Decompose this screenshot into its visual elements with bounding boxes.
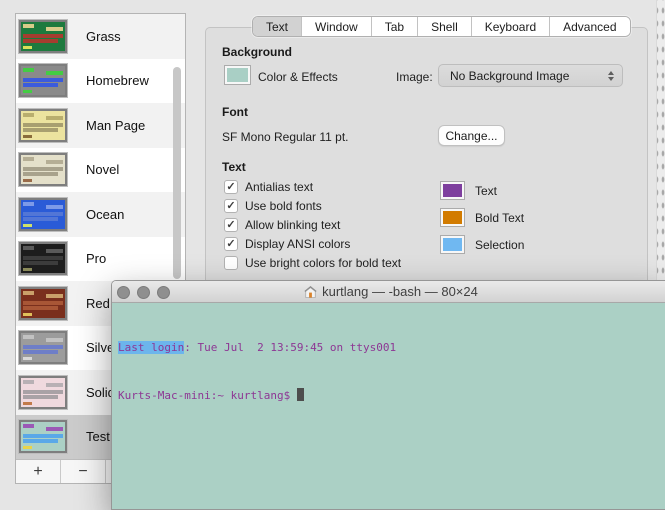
settings-tabbar: Text Window Tab Shell Keyboard Advanced bbox=[252, 16, 631, 37]
color-well[interactable] bbox=[440, 208, 465, 227]
tab-window[interactable]: Window bbox=[302, 17, 372, 36]
terminal-line-1: Last login: Tue Jul 2 13:59:45 on ttys00… bbox=[118, 341, 397, 354]
checkmark-icon: ✓ bbox=[226, 180, 236, 193]
profile-thumbnail bbox=[18, 330, 68, 366]
profile-thumbnail bbox=[18, 241, 68, 277]
terminal-titlebar[interactable]: kurtlang — -bash — 80×24 bbox=[112, 281, 665, 303]
color-well-fill bbox=[443, 238, 462, 251]
profiles-scrollbar-thumb[interactable] bbox=[173, 67, 181, 279]
background-image-dropdown[interactable]: No Background Image bbox=[438, 64, 623, 87]
background-image-value: No Background Image bbox=[450, 68, 570, 83]
profile-label: Pro bbox=[86, 251, 107, 267]
background-section-title: Background bbox=[222, 45, 293, 59]
checkbox[interactable]: ✓ bbox=[224, 256, 238, 270]
change-font-button[interactable]: Change... bbox=[438, 125, 505, 146]
checkbox-label: Allow blinking text bbox=[245, 218, 341, 232]
profile-thumbnail bbox=[18, 107, 68, 143]
profile-thumbnail bbox=[18, 152, 68, 188]
remove-profile-button[interactable]: − bbox=[61, 460, 106, 483]
terminal-window: kurtlang — -bash — 80×24 Last login: Tue… bbox=[111, 280, 665, 510]
checkbox-label: Use bold fonts bbox=[245, 199, 322, 213]
background-color-swatch-fill bbox=[227, 68, 248, 82]
image-label: Image: bbox=[396, 70, 433, 84]
home-folder-icon bbox=[304, 285, 317, 298]
checkbox-label: Antialias text bbox=[245, 180, 314, 194]
color-well-fill bbox=[443, 211, 462, 224]
profile-thumbnail bbox=[18, 63, 68, 99]
checkbox[interactable]: ✓ bbox=[224, 180, 238, 194]
tab-tab[interactable]: Tab bbox=[371, 17, 419, 36]
profile-label: Novel bbox=[86, 162, 120, 178]
minimize-button[interactable] bbox=[137, 285, 150, 299]
font-section-title: Font bbox=[222, 105, 248, 119]
tab-advanced[interactable]: Advanced bbox=[550, 17, 630, 36]
checkbox-label: Display ANSI colors bbox=[245, 237, 351, 251]
checkbox[interactable]: ✓ bbox=[224, 199, 238, 213]
checkmark-icon: ✓ bbox=[226, 218, 236, 231]
profile-row-homebrew[interactable]: Homebrew bbox=[16, 58, 185, 103]
add-profile-button[interactable]: + bbox=[16, 460, 61, 483]
color-well-row-selection: Selection bbox=[440, 235, 524, 254]
tab-text[interactable]: Text bbox=[253, 17, 303, 36]
terminal-line-2: Kurts-Mac-mini:~ kurtlang$ bbox=[118, 388, 665, 404]
terminal-title: kurtlang — -bash — 80×24 bbox=[304, 284, 478, 299]
color-well-row-bold-text: Bold Text bbox=[440, 208, 524, 227]
screen: { "sidebar": { "selected_index": 9, "ite… bbox=[0, 0, 665, 510]
terminal-cursor bbox=[297, 388, 305, 401]
checkbox-row-antialias-text[interactable]: ✓ Antialias text bbox=[224, 180, 401, 194]
color-well-label: Text bbox=[475, 183, 498, 198]
text-checkbox-group: ✓ Antialias text ✓ Use bold fonts ✓ Allo… bbox=[224, 180, 401, 270]
color-well-fill bbox=[443, 184, 462, 197]
tab-shell[interactable]: Shell bbox=[418, 17, 472, 36]
terminal-title-text: kurtlang — -bash — 80×24 bbox=[322, 284, 478, 299]
text-section-title: Text bbox=[222, 160, 246, 174]
profile-row-man-page[interactable]: Man Page bbox=[16, 103, 185, 148]
checkmark-icon: ✓ bbox=[226, 199, 236, 212]
checkbox-row-use-bold-fonts[interactable]: ✓ Use bold fonts bbox=[224, 199, 401, 213]
close-button[interactable] bbox=[117, 285, 130, 299]
selected-text: Last login bbox=[118, 341, 185, 354]
profile-thumbnail bbox=[18, 285, 68, 321]
color-well-label: Selection bbox=[475, 237, 525, 252]
checkmark-icon: ✓ bbox=[226, 237, 236, 250]
color-well-label: Bold Text bbox=[475, 210, 525, 225]
profile-thumbnail bbox=[18, 196, 68, 232]
profile-thumbnail bbox=[18, 18, 68, 54]
background-color-swatch[interactable] bbox=[224, 65, 251, 85]
profile-label: Man Page bbox=[86, 117, 146, 133]
checkbox-row-allow-blinking-text[interactable]: ✓ Allow blinking text bbox=[224, 218, 401, 232]
tab-keyboard[interactable]: Keyboard bbox=[471, 17, 551, 36]
profile-row-pro[interactable]: Pro bbox=[16, 236, 185, 281]
color-well[interactable] bbox=[440, 181, 465, 200]
checkbox-row-use-bright-colors-for-bold-text[interactable]: ✓ Use bright colors for bold text bbox=[224, 256, 401, 270]
color-effects-label: Color & Effects bbox=[258, 70, 338, 84]
zoom-button[interactable] bbox=[157, 285, 170, 299]
traffic-lights bbox=[117, 285, 170, 299]
profile-thumbnail bbox=[18, 374, 68, 410]
profile-thumbnail bbox=[18, 419, 68, 455]
checkbox-row-display-ansi-colors[interactable]: ✓ Display ANSI colors bbox=[224, 237, 401, 251]
desktop-edge-strip bbox=[656, 0, 665, 281]
profile-label: Test bbox=[86, 429, 110, 445]
checkbox[interactable]: ✓ bbox=[224, 237, 238, 251]
profile-label: Homebrew bbox=[86, 73, 149, 89]
profile-row-novel[interactable]: Novel bbox=[16, 147, 185, 192]
checkbox-label: Use bright colors for bold text bbox=[245, 256, 402, 270]
font-value-label: SF Mono Regular 11 pt. bbox=[222, 130, 349, 144]
color-well-row-text: Text bbox=[440, 181, 524, 200]
checkbox[interactable]: ✓ bbox=[224, 218, 238, 232]
color-well-group: Text Bold Text Selection bbox=[440, 181, 524, 254]
profile-label: Ocean bbox=[86, 206, 125, 222]
profile-row-ocean[interactable]: Ocean bbox=[16, 192, 185, 237]
profile-row-grass[interactable]: Grass bbox=[16, 14, 185, 59]
dropdown-chevrons-icon bbox=[608, 70, 614, 81]
color-well[interactable] bbox=[440, 235, 465, 254]
profile-label: Grass bbox=[86, 28, 121, 44]
terminal-content[interactable]: Last login: Tue Jul 2 13:59:45 on ttys00… bbox=[112, 303, 665, 509]
